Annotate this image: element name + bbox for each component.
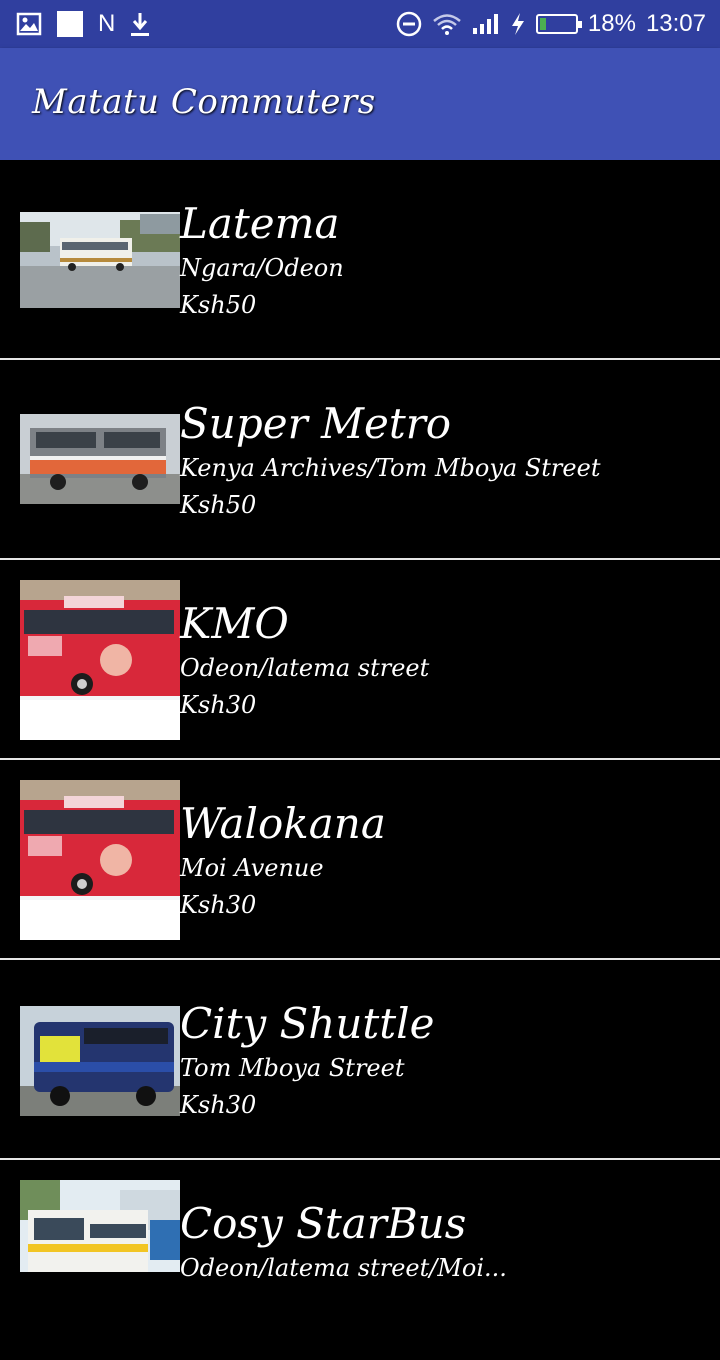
matatu-name: KMO: [180, 599, 289, 648]
list-item[interactable]: Latema Ngara/Odeon Ksh50: [0, 160, 720, 360]
app-bar: Matatu Commuters: [0, 48, 720, 160]
matatu-name: Latema: [180, 199, 340, 248]
matatu-fare: Ksh30: [180, 691, 257, 719]
status-bar: N 18% 13:07: [0, 0, 720, 48]
bus-photo: [20, 414, 180, 504]
matatu-fare: Ksh30: [180, 891, 257, 919]
clock: 13:07: [645, 10, 706, 37]
wifi-icon: [432, 10, 462, 38]
do-not-disturb-icon: [396, 10, 422, 38]
bus-photo: [20, 1180, 180, 1272]
square-icon: [56, 10, 84, 38]
matatu-info: Walokana Moi Avenue Ksh30: [180, 798, 386, 924]
list-item[interactable]: Walokana Moi Avenue Ksh30: [0, 760, 720, 960]
bus-photo: [20, 212, 180, 308]
matatu-name: City Shuttle: [180, 999, 435, 1048]
matatu-route: Odeon/latema street: [180, 654, 430, 682]
matatu-fare: Ksh30: [180, 1091, 257, 1119]
status-left-icons: N: [16, 8, 151, 40]
image-icon: [16, 10, 42, 38]
matatu-route: Kenya Archives/Tom Mboya Street: [180, 454, 601, 482]
battery-icon: [535, 10, 582, 38]
matatu-fare: Ksh50: [180, 291, 257, 319]
matatu-name: Super Metro: [180, 399, 452, 448]
charging-icon: [510, 10, 526, 38]
matatu-info: Latema Ngara/Odeon Ksh50: [180, 198, 344, 324]
n-icon: N: [98, 10, 116, 37]
matatu-list[interactable]: Latema Ngara/Odeon Ksh50 Super Metro Ken…: [0, 160, 720, 1360]
signal-icon: [472, 10, 500, 38]
matatu-route: Ngara/Odeon: [180, 254, 344, 282]
bus-photo: [20, 580, 180, 740]
download-icon: [129, 10, 151, 38]
matatu-info: Super Metro Kenya Archives/Tom Mboya Str…: [180, 398, 600, 524]
status-right-icons: 18% 13:07: [396, 8, 706, 40]
matatu-route: Tom Mboya Street: [180, 1054, 405, 1082]
list-item[interactable]: KMO Odeon/latema street Ksh30: [0, 560, 720, 760]
battery-percent: 18%: [587, 10, 636, 37]
list-item[interactable]: City Shuttle Tom Mboya Street Ksh30: [0, 960, 720, 1160]
battery-level: [539, 18, 546, 30]
matatu-route: Odeon/latema street/Moi...: [180, 1254, 507, 1282]
matatu-info: Cosy StarBus Odeon/latema street/Moi...: [180, 1198, 507, 1286]
matatu-name: Cosy StarBus: [180, 1199, 467, 1248]
battery-outline: [535, 14, 582, 34]
matatu-info: City Shuttle Tom Mboya Street Ksh30: [180, 998, 434, 1124]
matatu-route: Moi Avenue: [180, 854, 324, 882]
matatu-info: KMO Odeon/latema street Ksh30: [180, 598, 429, 724]
list-item[interactable]: Cosy StarBus Odeon/latema street/Moi...: [0, 1160, 720, 1360]
matatu-name: Walokana: [180, 799, 386, 848]
bus-photo: [20, 780, 180, 940]
app-title: Matatu Commuters: [32, 82, 376, 122]
list-item[interactable]: Super Metro Kenya Archives/Tom Mboya Str…: [0, 360, 720, 560]
bus-photo: [20, 1006, 180, 1116]
matatu-fare: Ksh50: [180, 491, 257, 519]
